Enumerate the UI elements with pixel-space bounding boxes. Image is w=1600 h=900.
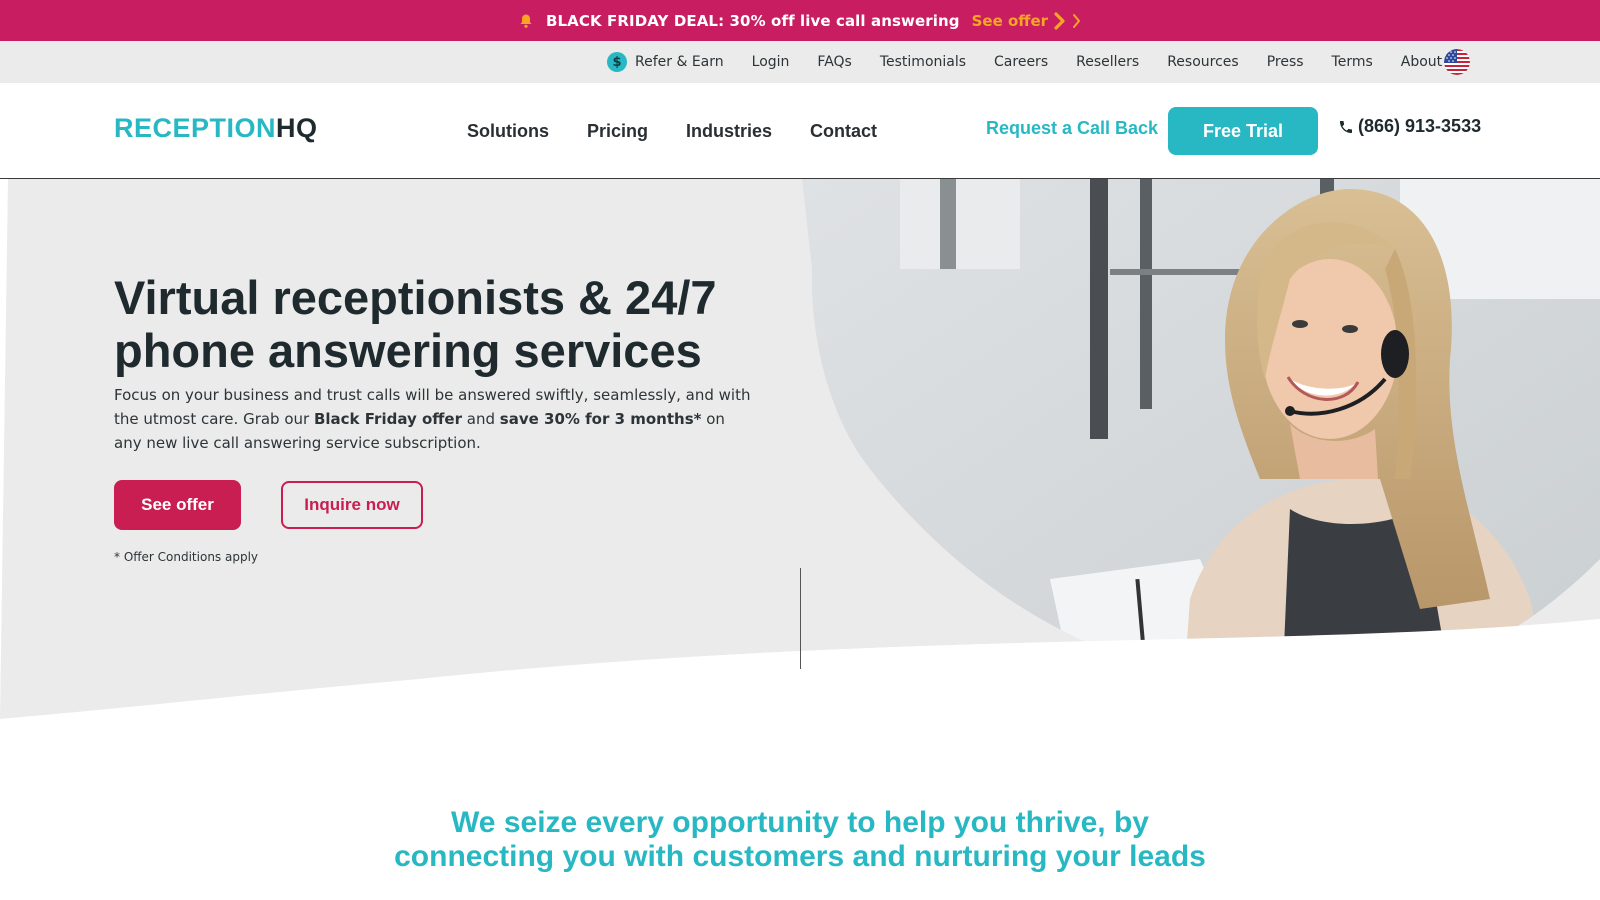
util-resellers[interactable]: Resellers <box>1076 54 1139 70</box>
util-login[interactable]: Login <box>752 54 790 70</box>
util-about[interactable]: About <box>1401 54 1442 70</box>
divider-line <box>800 568 801 669</box>
free-trial-button[interactable]: Free Trial <box>1168 107 1318 155</box>
request-callback-link[interactable]: Request a Call Back <box>986 118 1158 139</box>
hero-section: Virtual receptionists & 24/7 phone answe… <box>0 179 1600 739</box>
utility-nav-items: $ Refer & Earn Login FAQs Testimonials C… <box>607 41 1470 83</box>
logo-part-hq: HQ <box>276 113 318 143</box>
inquire-now-button[interactable]: Inquire now <box>281 481 423 529</box>
phone-number: (866) 913-3533 <box>1358 116 1482 136</box>
hero-title: Virtual receptionists & 24/7 phone answe… <box>114 271 717 377</box>
nav-industries[interactable]: Industries <box>686 121 772 142</box>
util-testimonials[interactable]: Testimonials <box>880 54 966 70</box>
tagline-line2: connecting you with customers and nurtur… <box>394 840 1206 873</box>
nav-pricing[interactable]: Pricing <box>587 121 648 142</box>
nav-contact[interactable]: Contact <box>810 121 877 142</box>
util-refer-label: Refer & Earn <box>635 54 724 70</box>
see-offer-button[interactable]: See offer <box>114 480 241 530</box>
tagline: We seize every opportunity to help you t… <box>300 806 1300 874</box>
tagline-line1: We seize every opportunity to help you t… <box>451 806 1149 839</box>
utility-nav: $ Refer & Earn Login FAQs Testimonials C… <box>0 41 1600 83</box>
util-press[interactable]: Press <box>1267 54 1304 70</box>
dollar-coin-icon: $ <box>607 52 627 72</box>
us-flag-icon[interactable] <box>1444 49 1470 75</box>
bell-icon <box>520 14 532 28</box>
chevron-right-small-icon <box>1073 13 1081 28</box>
phone-link[interactable]: (866) 913-3533 <box>1338 116 1481 137</box>
promo-link-label: See offer <box>971 11 1049 30</box>
hero-desc-part2: and <box>462 410 500 428</box>
util-careers[interactable]: Careers <box>994 54 1048 70</box>
promo-banner: BLACK FRIDAY DEAL: 30% off live call ans… <box>0 0 1600 41</box>
promo-text: BLACK FRIDAY DEAL: 30% off live call ans… <box>545 11 960 30</box>
logo-part-reception: RECEPTION <box>114 113 277 143</box>
promo-see-offer-link[interactable]: See offer <box>972 12 1082 30</box>
phone-icon <box>1340 120 1352 133</box>
offer-conditions-note: * Offer Conditions apply <box>114 550 259 564</box>
nav-solutions[interactable]: Solutions <box>467 121 549 142</box>
logo[interactable]: RECEPTIONHQ <box>114 113 318 144</box>
main-nav: Solutions Pricing Industries Contact <box>467 83 877 179</box>
util-refer-earn[interactable]: $ Refer & Earn <box>607 52 724 72</box>
util-terms[interactable]: Terms <box>1332 54 1373 70</box>
hero-desc-black-friday: Black Friday offer <box>313 410 463 428</box>
hero-description: Focus on your business and trust calls w… <box>114 383 754 455</box>
util-faqs[interactable]: FAQs <box>817 54 851 70</box>
hero-desc-save: save 30% for 3 months* <box>499 410 702 428</box>
chevron-right-icon <box>1054 11 1065 30</box>
main-header: RECEPTIONHQ Solutions Pricing Industries… <box>0 83 1600 179</box>
util-resources[interactable]: Resources <box>1167 54 1239 70</box>
